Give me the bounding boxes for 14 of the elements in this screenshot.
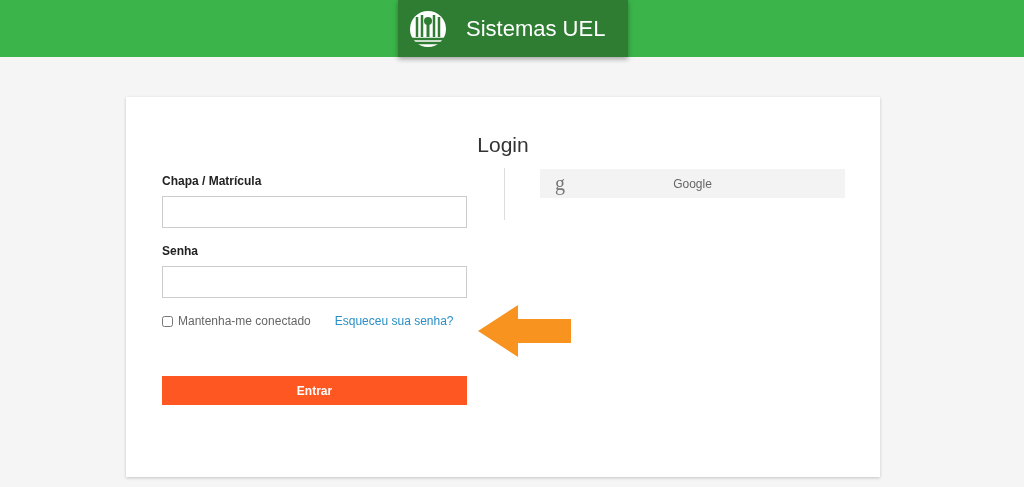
logo-icon bbox=[408, 8, 448, 49]
site-title: Sistemas UEL bbox=[466, 15, 606, 42]
remember-checkbox[interactable] bbox=[162, 315, 173, 327]
input-field[interactable] bbox=[162, 266, 467, 298]
field-label: Chapa / Matrícula bbox=[162, 174, 263, 188]
google-icon: g bbox=[550, 172, 570, 195]
field-label: Senha bbox=[162, 244, 199, 258]
left-arrow-icon bbox=[478, 305, 571, 357]
input-field[interactable] bbox=[162, 196, 467, 228]
google-login-button[interactable]: g Google bbox=[540, 169, 845, 198]
remember-label: Mantenha-me conectado bbox=[178, 314, 311, 328]
login-button[interactable]: Entrar bbox=[162, 376, 467, 405]
forgot-password-link[interactable]: Esqueceu sua senha? bbox=[334, 314, 454, 328]
login-title: Login bbox=[476, 133, 530, 157]
